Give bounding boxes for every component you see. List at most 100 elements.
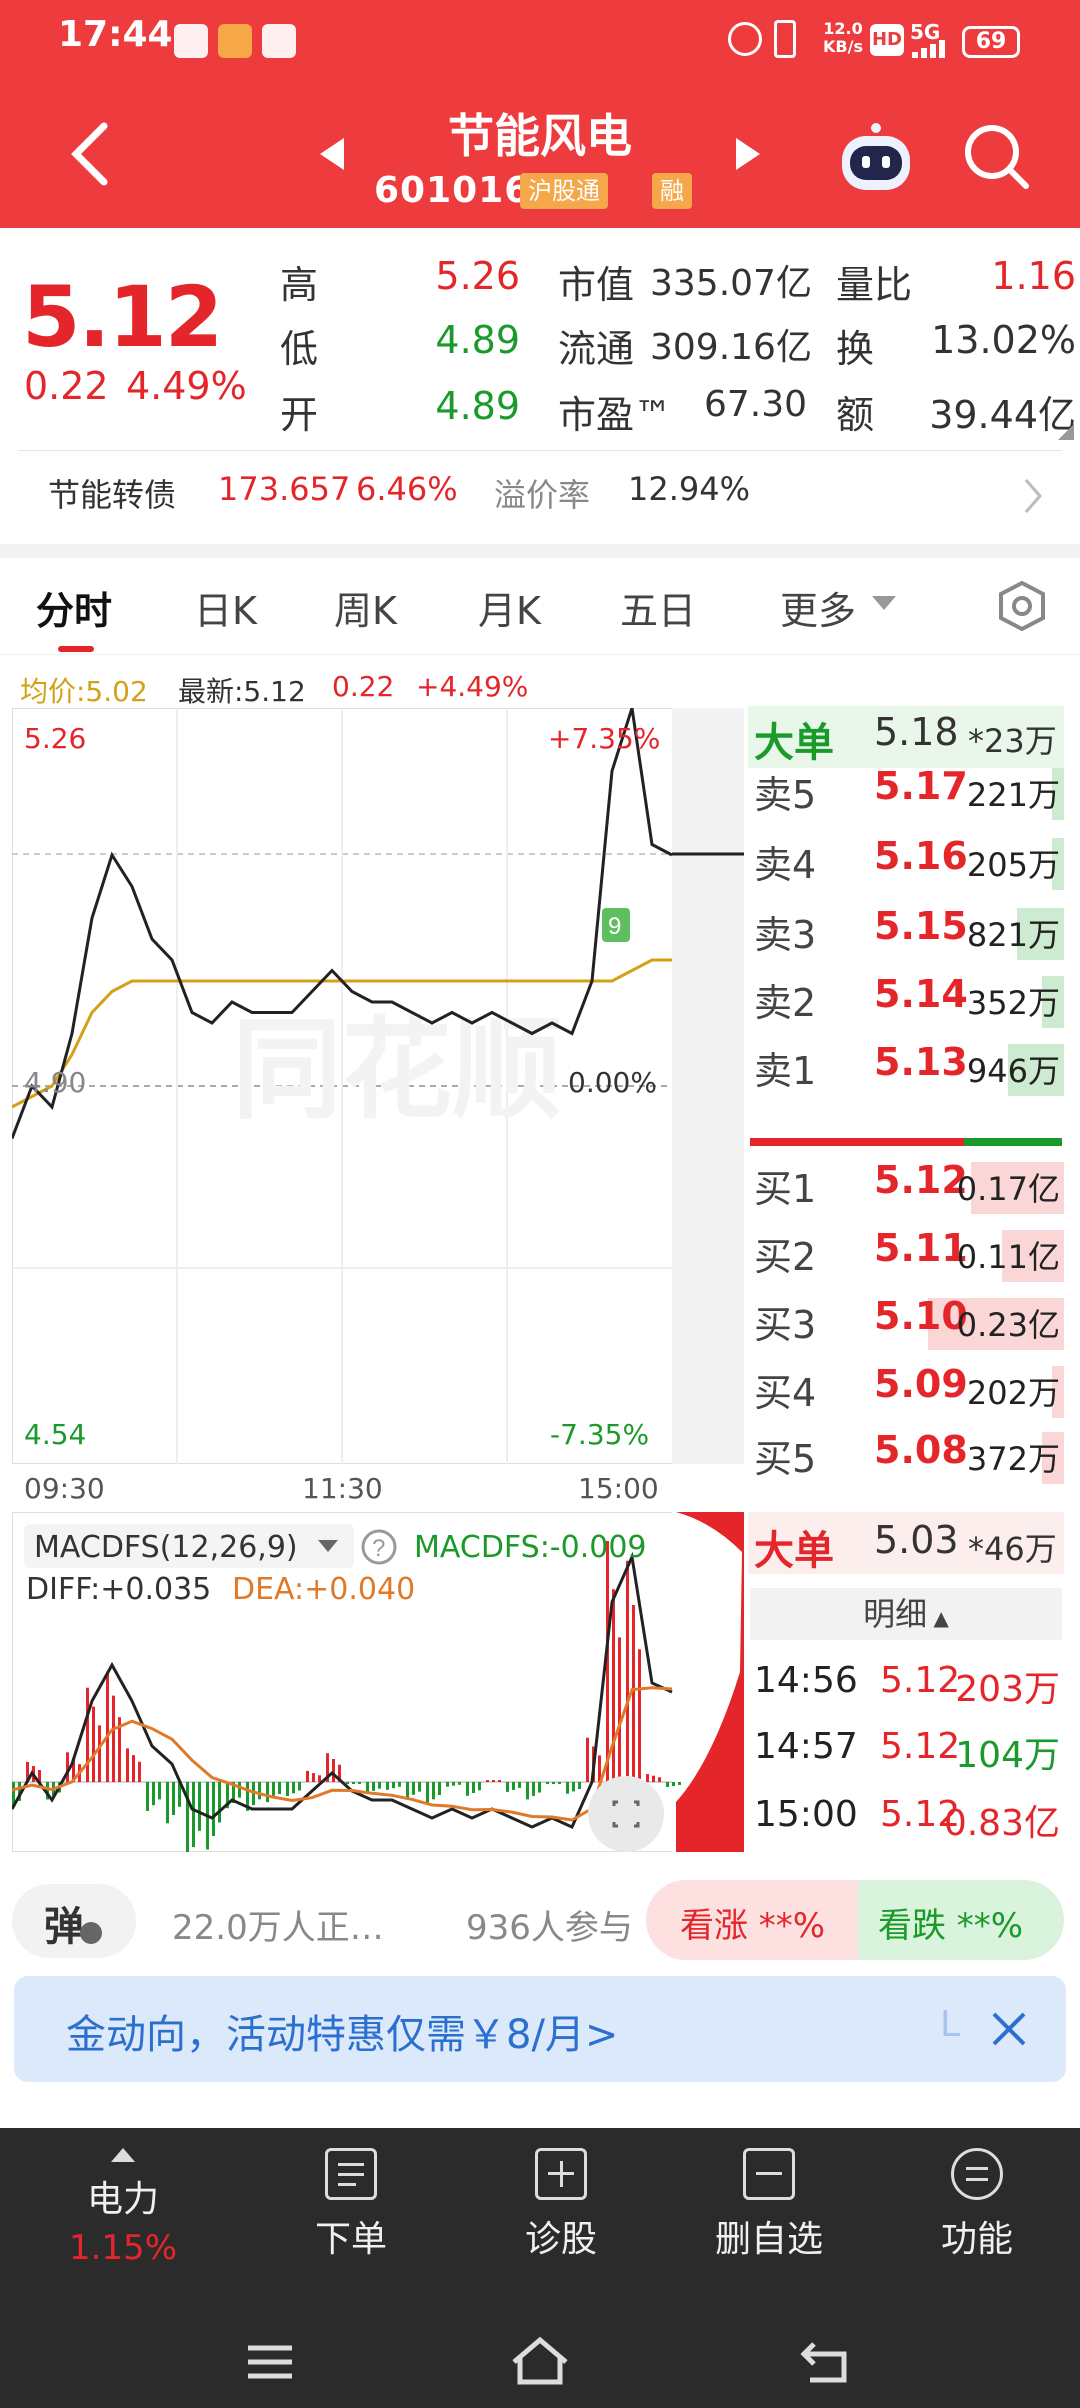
last-price: 5.12 [22, 268, 223, 366]
macd-bar [138, 1761, 141, 1782]
y-axis-mid-pct: 0.00% [568, 1066, 657, 1099]
sector-button[interactable]: 电力 1.15% [28, 2148, 218, 2268]
macd-bar [558, 1782, 561, 1784]
ask-row[interactable]: 卖4 5.16 205万 [754, 834, 1064, 894]
bid-price: 5.09 [874, 1362, 968, 1406]
bid-price: 5.08 [874, 1428, 968, 1472]
vote-bull-label: 看涨 **% [680, 1906, 826, 1946]
next-stock-icon[interactable] [734, 136, 762, 172]
bid-level-label: 买1 [754, 1167, 817, 1211]
caret-down-icon [318, 1540, 338, 1552]
search-icon[interactable] [962, 122, 1032, 192]
diagnose-label: 诊股 [524, 2219, 597, 2260]
bond-price: 173.657 [218, 470, 351, 508]
bid-ask-ratio-bar [750, 1138, 964, 1146]
promo-text: 金动向，活动特惠仅需￥8/月> [66, 2012, 619, 2058]
turnover-value: 13.02% [931, 318, 1076, 362]
bid-row[interactable]: 买5 5.08 372万 [754, 1428, 1064, 1488]
bid-row[interactable]: 买2 5.11 0.11亿 [754, 1226, 1064, 1286]
turnover-label: 换 [836, 327, 875, 371]
ask-row[interactable]: 卖1 5.13 946万 [754, 1040, 1064, 1100]
robot-assistant-icon[interactable] [836, 118, 916, 198]
mcap-value: 335.07亿 [650, 263, 812, 304]
bid-row[interactable]: 买4 5.09 202万 [754, 1362, 1064, 1422]
bid-volume: 372万 [966, 1440, 1060, 1478]
bid-row[interactable]: 买1 5.12 0.17亿 [754, 1158, 1064, 1218]
diagnose-icon [535, 2148, 587, 2200]
macd-name: MACDFS(12,26,9) [34, 1530, 298, 1565]
vol-ratio-value: 1.16 [991, 254, 1076, 298]
expand-corner-icon[interactable] [1058, 424, 1074, 440]
close-icon[interactable] [990, 2010, 1028, 2048]
bid-row[interactable]: 买3 5.10 0.23亿 [754, 1294, 1064, 1354]
bottom-toolbar: 电力 1.15% 下单 诊股 删自选 功能 [0, 2128, 1080, 2408]
bond-name: 节能转债 [48, 476, 177, 514]
detail-toggle[interactable]: 明细 ▲ [750, 1588, 1062, 1640]
macd-value: MACDFS:-0.009 [414, 1530, 647, 1565]
divider [18, 450, 1062, 451]
tab-five-day[interactable]: 五日 [620, 580, 696, 635]
pe-label: 市盈™ [558, 393, 673, 437]
tab-weekly-k[interactable]: 周K [334, 580, 397, 635]
macd-bar [538, 1782, 541, 1793]
dea-value: DEA:+0.040 [232, 1572, 416, 1607]
big-order-buy-label: 大单 [754, 1528, 834, 1574]
tab-intraday[interactable]: 分时 [36, 580, 112, 635]
order-icon [325, 2148, 377, 2200]
pe-value: 67.30 [704, 384, 808, 425]
vote-bull-button[interactable]: 看涨 **% [646, 1880, 858, 1960]
delete-favorite-button[interactable]: 删自选 [674, 2148, 864, 2262]
tab-daily-k[interactable]: 日K [194, 580, 257, 635]
order-button[interactable]: 下单 [256, 2148, 446, 2262]
macd-bar [566, 1782, 569, 1794]
y-axis-top: 5.26 [24, 722, 87, 755]
bullet-chat-toggle[interactable]: 弹 [12, 1884, 136, 1958]
macd-bar [172, 1782, 175, 1815]
nav-menu-icon[interactable] [246, 2342, 294, 2382]
ask-row[interactable]: 卖5 5.17 221万 [754, 764, 1064, 824]
vote-bear-label: 看跌 **% [878, 1906, 1024, 1946]
help-icon[interactable]: ? [360, 1528, 398, 1566]
tab-more[interactable]: 更多 [780, 580, 856, 635]
macd-bar [238, 1782, 241, 1798]
macd-bar [492, 1780, 495, 1782]
nav-back-icon[interactable] [800, 2340, 854, 2384]
ask-row[interactable]: 卖2 5.14 352万 [754, 972, 1064, 1032]
macd-bar [212, 1782, 215, 1836]
macd-bar [258, 1782, 261, 1800]
ask-price: 5.15 [874, 904, 968, 948]
tick-time: 14:57 [754, 1726, 858, 1767]
ask-row[interactable]: 卖3 5.15 821万 [754, 904, 1064, 964]
chevron-right-icon[interactable] [1022, 476, 1044, 516]
fullscreen-button[interactable] [588, 1776, 664, 1852]
tick-price: 5.12 [880, 1726, 961, 1767]
vote-bear-button[interactable]: 看跌 **% [858, 1880, 1064, 1960]
macd-bar [158, 1782, 161, 1800]
settings-hex-icon[interactable] [996, 580, 1048, 632]
nav-home-icon[interactable] [510, 2336, 570, 2386]
caret-down-icon [872, 596, 896, 610]
delete-favorite-label: 删自选 [714, 2219, 823, 2260]
promo-banner[interactable]: 金动向，活动特惠仅需￥8/月> L [14, 1976, 1066, 2082]
bid-ask-ratio-bar [964, 1138, 1062, 1146]
net-speed: 12.0 KB/s [823, 19, 863, 56]
macd-bar [572, 1782, 575, 1792]
macd-bar [358, 1782, 361, 1784]
function-button[interactable]: 功能 [882, 2148, 1072, 2262]
tick-time: 15:00 [754, 1794, 858, 1835]
big-order-sell-label: 大单 [754, 720, 834, 766]
macd-bar [406, 1782, 409, 1798]
macd-bar [278, 1782, 281, 1795]
macd-bar [286, 1782, 289, 1797]
tab-monthly-k[interactable]: 月K [478, 580, 541, 635]
macd-bar [266, 1782, 269, 1803]
notification-icon [262, 24, 296, 58]
macd-bar [292, 1782, 295, 1794]
trade-tick-row: 15:00 5.12 0.83亿 [754, 1794, 1064, 1854]
tick-volume: 203万 [955, 1669, 1060, 1710]
macd-bar [126, 1748, 129, 1782]
watermark: 同花顺 [232, 1009, 562, 1132]
macd-bar [458, 1782, 461, 1785]
macd-bar [472, 1782, 475, 1793]
diagnose-button[interactable]: 诊股 [466, 2148, 656, 2262]
